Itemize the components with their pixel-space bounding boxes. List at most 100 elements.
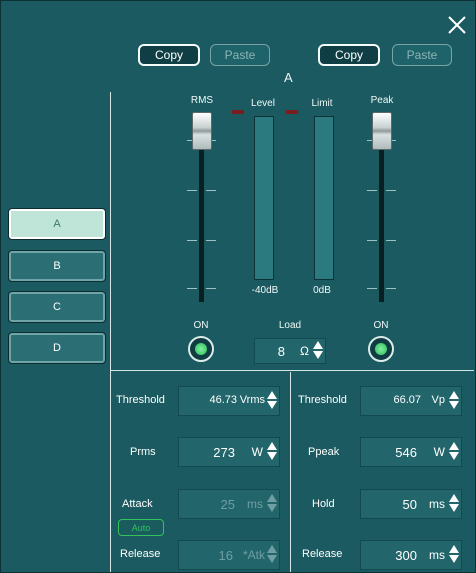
left-divider (110, 92, 111, 572)
stepper-down-icon[interactable] (267, 401, 277, 409)
level-clip-marker (232, 110, 244, 114)
peak-threshold-stepper[interactable] (449, 391, 459, 413)
paste-button-left[interactable]: Paste (210, 44, 270, 66)
limit-floor-label: 0dB (313, 285, 331, 296)
peak-threshold-unit: Vp (431, 394, 445, 406)
rms-threshold-field[interactable]: 46.73 Vrms (178, 386, 280, 416)
tick (367, 190, 377, 191)
on-indicator-icon (195, 343, 207, 355)
attack-field: 25 ms (178, 489, 280, 519)
tick (187, 240, 197, 241)
attack-value: 25 (220, 497, 235, 512)
tick (187, 288, 197, 289)
rms-release-value: 16 (218, 548, 233, 563)
stepper-up-icon[interactable] (267, 442, 277, 450)
peak-fader-knob[interactable] (372, 112, 392, 150)
attack-stepper (267, 494, 277, 516)
attack-unit: ms (247, 497, 263, 511)
prms-stepper[interactable] (267, 442, 277, 464)
load-label: Load (278, 320, 302, 331)
peak-threshold-value: 66.07 (393, 394, 421, 406)
channel-title: A (284, 70, 293, 85)
rms-threshold-unit: Vrms (239, 394, 265, 406)
copy-button-left[interactable]: Copy (138, 44, 200, 66)
stepper-down-icon[interactable] (449, 504, 459, 512)
ppeak-stepper[interactable] (449, 442, 459, 464)
rms-release-field: 16 *Atk (178, 540, 280, 570)
stepper-up-icon[interactable] (449, 545, 459, 553)
stepper-down-icon[interactable] (449, 401, 459, 409)
limit-meter-label: Limit (311, 98, 333, 109)
rms-on-toggle[interactable] (188, 336, 214, 362)
tick (367, 240, 377, 241)
copy-button-right[interactable]: Copy (318, 44, 380, 66)
stepper-down-icon[interactable] (313, 351, 323, 359)
hold-stepper[interactable] (449, 494, 459, 516)
hold-value: 50 (402, 497, 417, 512)
stepper-down-icon[interactable] (449, 452, 459, 460)
auto-attack-button[interactable]: Auto (118, 519, 164, 536)
ppeak-label: Ppeak (308, 446, 340, 458)
stepper-down-icon[interactable] (449, 555, 459, 563)
stepper-up-icon[interactable] (267, 391, 277, 399)
rms-threshold-stepper[interactable] (267, 391, 277, 413)
peak-release-field[interactable]: 300 ms (360, 540, 462, 570)
stepper-down-icon[interactable] (267, 452, 277, 460)
attack-label: Attack (122, 498, 153, 510)
channel-c-button[interactable]: C (8, 291, 106, 323)
limit-meter (314, 116, 334, 280)
ppeak-field[interactable]: 546 W (360, 437, 462, 467)
tick (367, 288, 377, 289)
stepper-down-icon (267, 555, 277, 563)
paste-button-right[interactable]: Paste (392, 44, 452, 66)
channel-b-button[interactable]: B (8, 250, 106, 282)
horizontal-divider (110, 370, 474, 371)
rms-release-stepper (267, 545, 277, 567)
peak-release-unit: ms (429, 548, 445, 562)
hold-unit: ms (429, 497, 445, 511)
hold-label: Hold (312, 498, 335, 510)
peak-on-label: ON (373, 320, 389, 331)
stepper-up-icon[interactable] (449, 442, 459, 450)
tick (206, 190, 216, 191)
on-indicator-icon (375, 343, 387, 355)
tick (386, 190, 396, 191)
peak-threshold-label: Threshold (298, 394, 347, 406)
peak-threshold-field[interactable]: 66.07 Vp (360, 386, 462, 416)
rms-release-label: Release (120, 548, 161, 560)
hold-field[interactable]: 50 ms (360, 489, 462, 519)
ppeak-value: 546 (395, 445, 417, 460)
load-field[interactable]: 8 Ω (254, 338, 326, 364)
channel-a-button[interactable]: A (8, 208, 106, 240)
stepper-up-icon (267, 494, 277, 502)
tick (187, 190, 197, 191)
stepper-down-icon (267, 504, 277, 512)
stepper-up-icon[interactable] (313, 341, 323, 349)
stepper-up-icon[interactable] (449, 494, 459, 502)
rms-fader-knob[interactable] (192, 112, 212, 150)
window-frame (0, 0, 476, 573)
stepper-up-icon (267, 545, 277, 553)
rms-threshold-label: Threshold (116, 394, 165, 406)
load-value: 8 (277, 344, 285, 359)
peak-on-toggle[interactable] (368, 336, 394, 362)
rms-fader-label: RMS (190, 95, 214, 106)
rms-release-unit: *Atk (242, 548, 265, 562)
prms-unit: W (251, 445, 263, 459)
prms-label: Prms (130, 446, 156, 458)
tick (386, 240, 396, 241)
stepper-up-icon[interactable] (449, 391, 459, 399)
tick (206, 288, 216, 289)
peak-release-stepper[interactable] (449, 545, 459, 567)
prms-field[interactable]: 273 W (178, 437, 280, 467)
prms-value: 273 (213, 445, 235, 460)
close-icon[interactable] (446, 14, 468, 36)
load-unit: Ω (300, 344, 309, 358)
ppeak-unit: W (433, 445, 445, 459)
channel-d-button[interactable]: D (8, 332, 106, 364)
level-meter (254, 116, 274, 280)
load-stepper[interactable] (313, 341, 323, 363)
center-divider (290, 372, 291, 572)
peak-release-value: 300 (395, 548, 417, 563)
tick (386, 288, 396, 289)
